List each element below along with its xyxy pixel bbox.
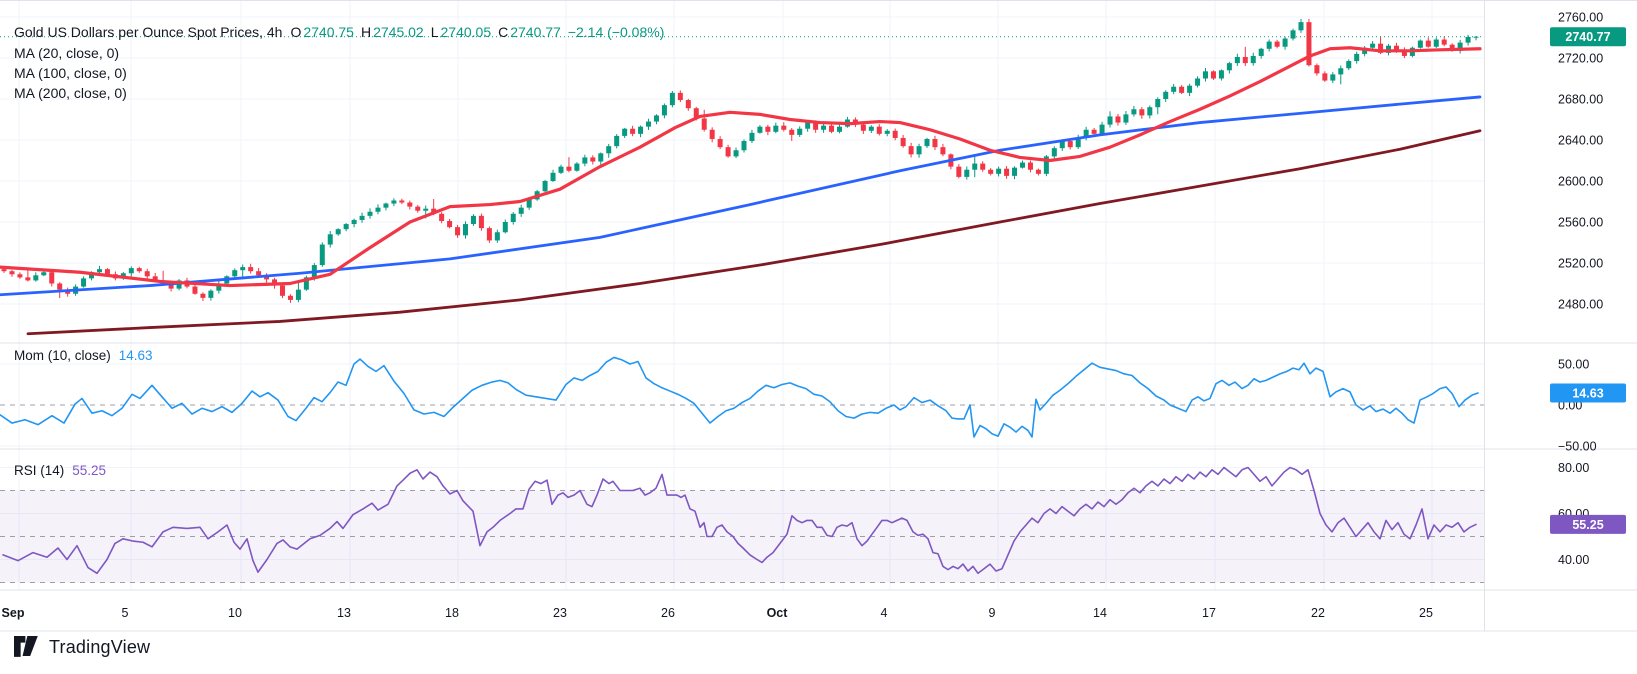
price-axis[interactable]	[1485, 0, 1637, 590]
ma20-line	[0, 48, 1480, 286]
ma100-line	[0, 97, 1480, 295]
ma20	[0, 48, 1480, 286]
tradingview-logo[interactable]: TradingView	[14, 636, 150, 658]
time-axis[interactable]	[0, 591, 1485, 631]
ma200	[28, 131, 1480, 334]
chart-canvas[interactable]: 2760.002720.002680.002640.002600.002560.…	[0, 0, 1637, 674]
candles-layer	[2, 19, 1479, 303]
rsi-band	[0, 405, 1484, 583]
ma200-line	[28, 131, 1480, 334]
momentum	[0, 357, 1478, 437]
tradingview-wordmark: TradingView	[49, 637, 150, 658]
tradingview-chart-widget: 2760.002720.002680.002640.002600.002560.…	[0, 0, 1637, 674]
momentum-line	[0, 357, 1478, 437]
ma100	[0, 97, 1480, 295]
tradingview-mark-icon	[14, 636, 40, 658]
